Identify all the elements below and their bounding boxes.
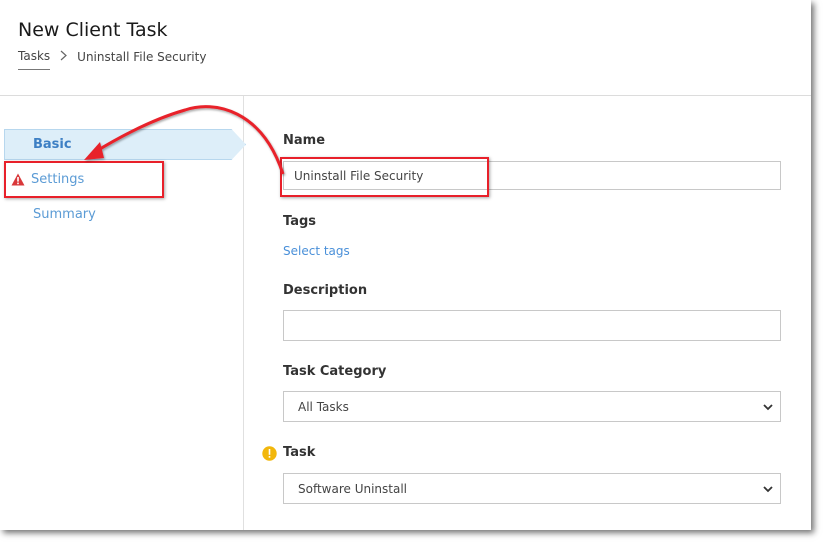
info-icon: [262, 446, 277, 461]
sidebar-item-basic[interactable]: Basic: [4, 129, 246, 160]
select-tags-link[interactable]: Select tags: [283, 244, 350, 258]
sidebar-item-label: Basic: [33, 137, 72, 152]
task-category-label: Task Category: [283, 364, 387, 379]
sidebar-item-summary[interactable]: Summary: [0, 200, 243, 229]
breadcrumb: Tasks Uninstall File Security: [18, 49, 206, 70]
task-form: Name Tags Select tags Description Task C…: [244, 96, 811, 530]
name-label: Name: [283, 133, 326, 148]
chevron-right-icon: [60, 50, 68, 64]
name-input[interactable]: [283, 161, 781, 190]
tags-label: Tags: [283, 214, 317, 229]
sidebar-item-settings[interactable]: Settings: [0, 165, 243, 194]
breadcrumb-current: Uninstall File Security: [77, 49, 207, 64]
task-category-value: All Tasks: [298, 399, 349, 414]
sidebar: Basic Settings Summary: [0, 96, 246, 530]
description-input[interactable]: [283, 310, 781, 341]
task-category-select[interactable]: All Tasks: [283, 391, 781, 422]
page-header: New Client Task Tasks Uninstall File Sec…: [0, 0, 811, 96]
task-select[interactable]: Software Uninstall: [283, 473, 781, 504]
page-title: New Client Task: [18, 19, 168, 41]
task-value: Software Uninstall: [298, 481, 408, 496]
sidebar-item-label: Summary: [33, 207, 96, 222]
chevron-down-icon: [763, 404, 773, 411]
new-client-task-window: New Client Task Tasks Uninstall File Sec…: [0, 0, 811, 530]
task-label: Task: [283, 445, 316, 460]
sidebar-item-label: Settings: [31, 172, 85, 187]
description-label: Description: [283, 283, 368, 298]
breadcrumb-tasks-link[interactable]: Tasks: [18, 49, 51, 70]
chevron-down-icon: [763, 486, 773, 493]
warning-icon: [11, 173, 25, 186]
